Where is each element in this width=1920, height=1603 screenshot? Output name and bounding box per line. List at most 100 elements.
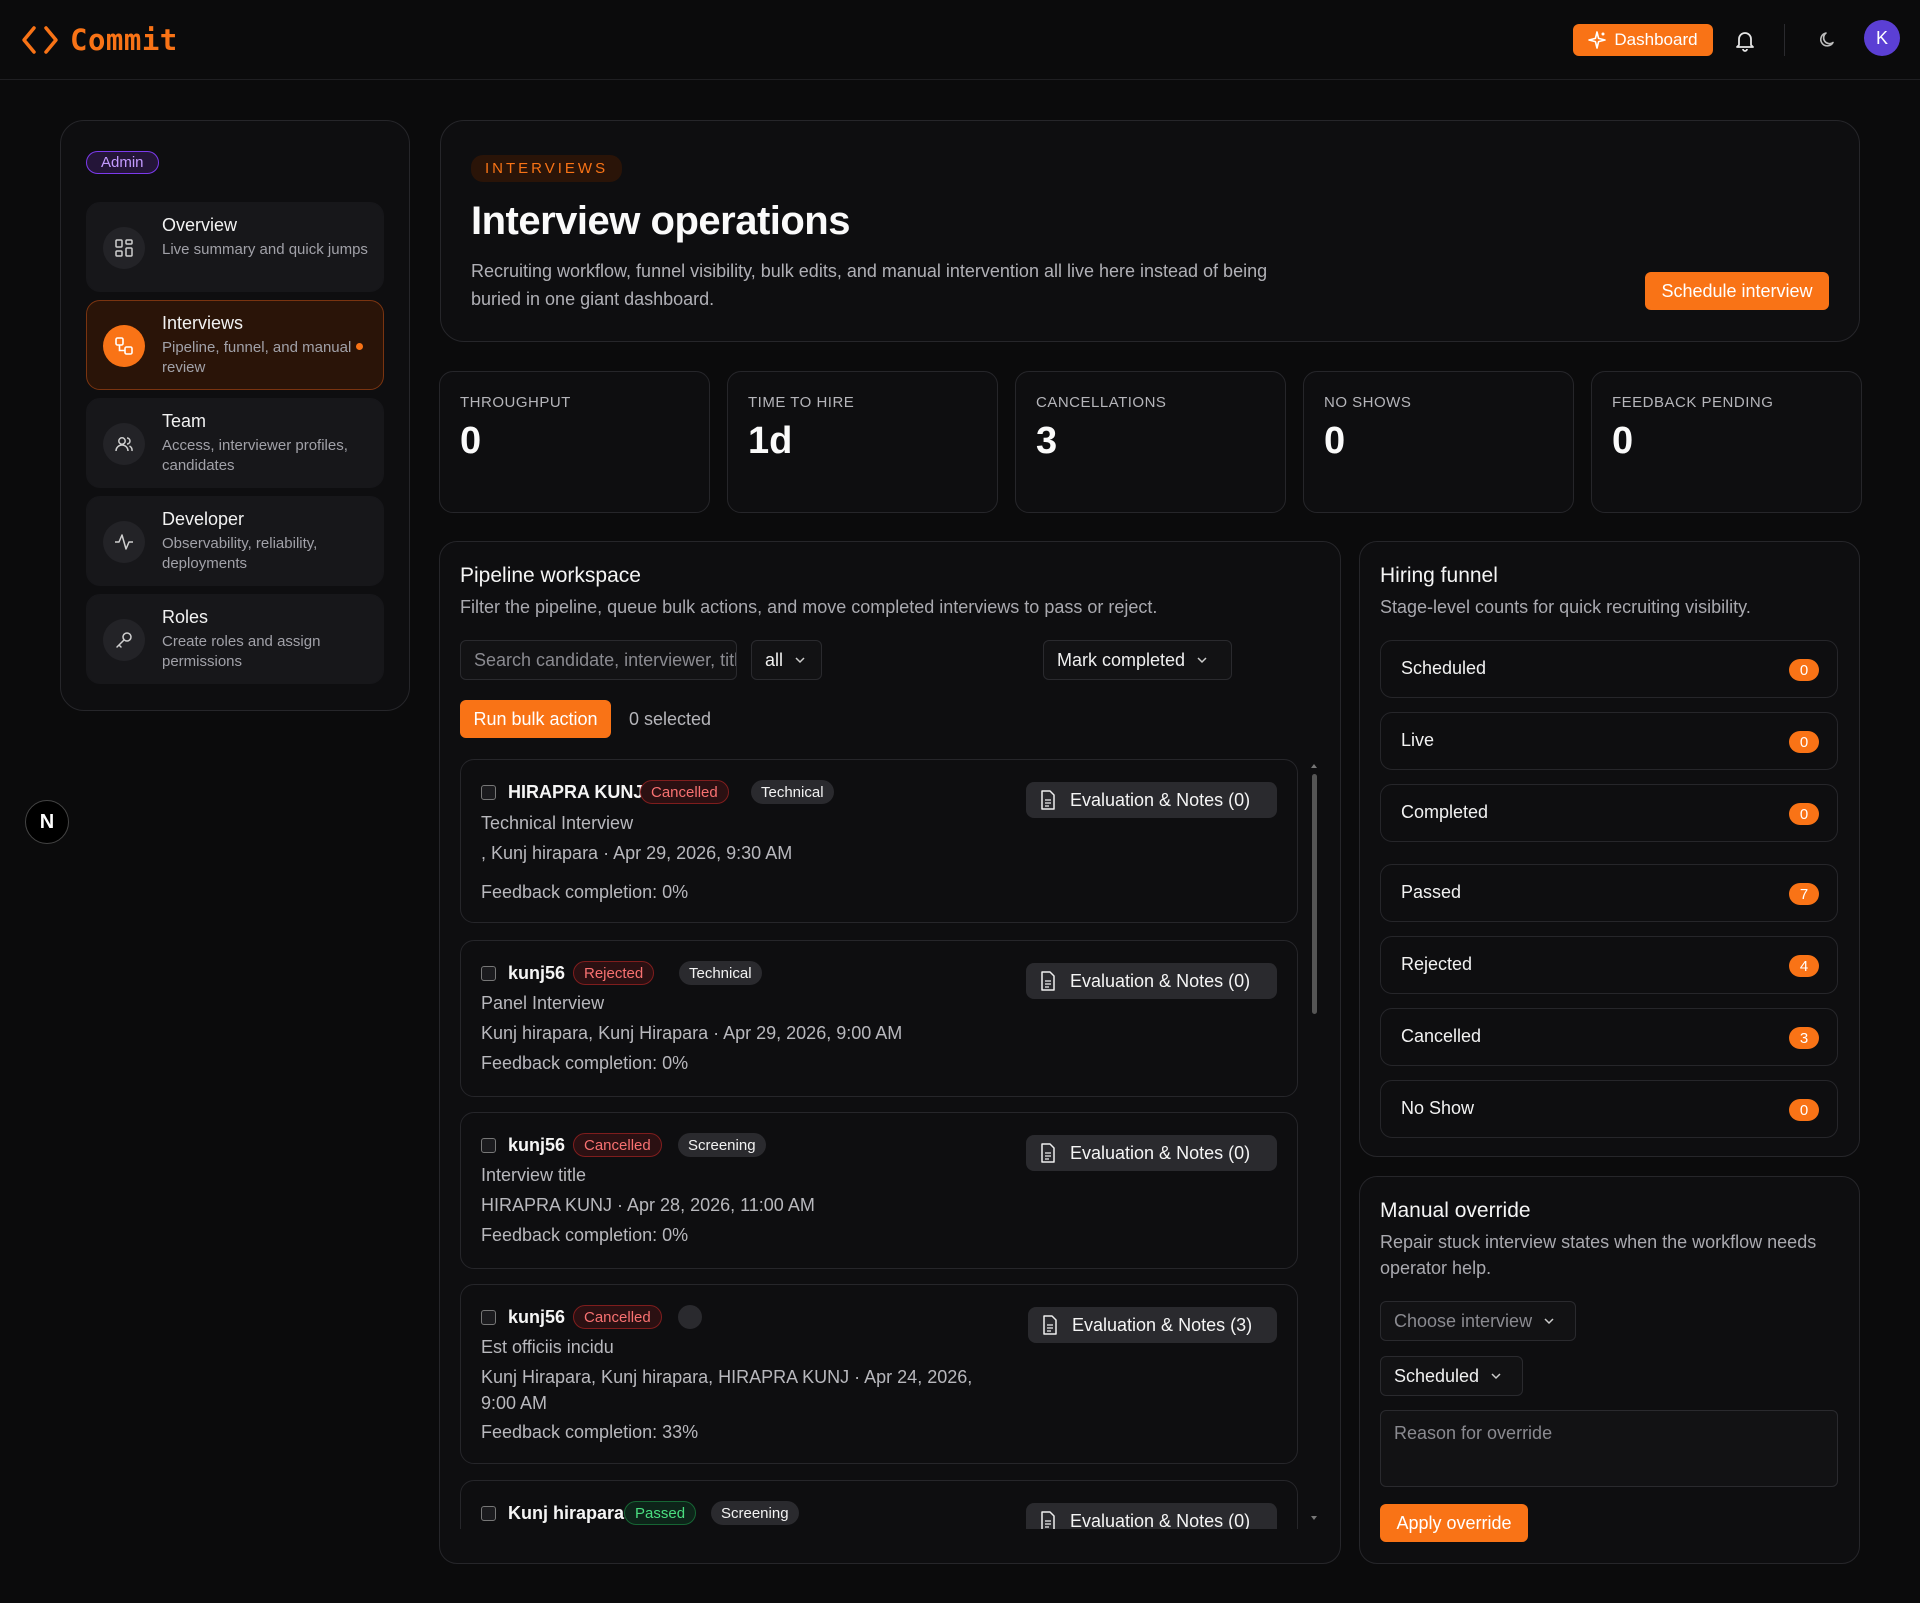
bell-icon[interactable] — [1731, 26, 1759, 54]
search-input[interactable]: Search candidate, interviewer, title — [460, 640, 737, 680]
stage-label: Cancelled — [1401, 1026, 1482, 1046]
selected-count: 0 selected — [629, 709, 712, 729]
evaluation-notes-label: Evaluation & Notes (0) — [1070, 1510, 1251, 1530]
stat-card-throughput: THROUGHPUT 0 — [439, 371, 710, 513]
dashboard-label: Dashboard — [1614, 30, 1698, 49]
select-checkbox[interactable] — [481, 1310, 496, 1325]
feedback-completion: Feedback completion: 33% — [481, 1422, 699, 1442]
sparkle-icon — [1588, 31, 1607, 49]
type-badge: Screening — [678, 1133, 766, 1157]
page-description: Recruiting workflow, funnel visibility, … — [471, 261, 1268, 309]
funnel-stage[interactable]: Rejected 4 — [1380, 936, 1838, 994]
evaluation-notes-button[interactable]: Evaluation & Notes (0) — [1026, 782, 1277, 818]
hero-panel: INTERVIEWS Interview operations Recruiti… — [440, 120, 1860, 342]
funnel-stage[interactable]: Passed 7 — [1380, 864, 1838, 922]
schedule-interview-button[interactable]: Schedule interview — [1645, 272, 1829, 310]
sidebar-item-title: Interviews — [162, 313, 244, 333]
stage-label: Completed — [1401, 802, 1489, 822]
evaluation-notes-button[interactable]: Evaluation & Notes (3) — [1028, 1307, 1277, 1343]
apply-override-button[interactable]: Apply override — [1380, 1504, 1528, 1542]
users-icon — [103, 423, 145, 465]
status-filter-select[interactable]: all — [751, 640, 822, 680]
type-badge-empty — [678, 1305, 702, 1329]
evaluation-notes-label: Evaluation & Notes (0) — [1070, 1142, 1251, 1163]
document-icon — [1042, 1315, 1058, 1335]
stage-count-badge: 7 — [1789, 883, 1819, 905]
funnel-stage[interactable]: Live 0 — [1380, 712, 1838, 770]
evaluation-notes-button[interactable]: Evaluation & Notes (0) — [1026, 1135, 1277, 1171]
code-brackets-icon — [20, 22, 60, 58]
top-bar: Commit Dashboard K — [0, 0, 1920, 80]
panel-title: Manual override — [1380, 1199, 1531, 1222]
feedback-completion: Feedback completion: 0% — [481, 1053, 689, 1073]
app-name: Commit — [70, 23, 178, 57]
stage-count-badge: 0 — [1789, 659, 1819, 681]
funnel-stage[interactable]: No Show 0 — [1380, 1080, 1838, 1138]
app-logo[interactable]: Commit — [20, 22, 178, 58]
select-value: Scheduled — [1394, 1365, 1480, 1386]
document-icon — [1040, 1143, 1056, 1163]
list-scrollbar-thumb[interactable] — [1312, 774, 1317, 1014]
key-icon — [103, 619, 145, 661]
funnel-stage[interactable]: Completed 0 — [1380, 784, 1838, 842]
run-bulk-action-button[interactable]: Run bulk action — [460, 700, 611, 738]
stat-card-time-to-hire: TIME TO HIRE 1d — [727, 371, 998, 513]
interview-card: kunj56 Cancelled Est officiis incidu Kun… — [460, 1284, 1298, 1464]
funnel-stage[interactable]: Scheduled 0 — [1380, 640, 1838, 698]
evaluation-notes-button[interactable]: Evaluation & Notes (0) — [1026, 1503, 1277, 1529]
stat-card-no-shows: NO SHOWS 0 — [1303, 371, 1574, 513]
user-avatar[interactable]: K — [1864, 20, 1900, 56]
dashboard-button[interactable]: Dashboard — [1573, 24, 1713, 56]
sidebar-item-roles[interactable]: Roles Create roles and assign permission… — [86, 594, 384, 684]
stage-count-badge: 0 — [1789, 803, 1819, 825]
select-checkbox[interactable] — [481, 966, 496, 981]
stat-value: 0 — [1324, 420, 1346, 462]
select-checkbox[interactable] — [481, 1138, 496, 1153]
evaluation-notes-label: Evaluation & Notes (0) — [1070, 970, 1251, 991]
panel-description: Filter the pipeline, queue bulk actions,… — [460, 597, 1158, 617]
chevron-down-icon — [1542, 1314, 1556, 1328]
interview-list[interactable]: HIRAPRA KUNJ Cancelled Technical Technic… — [460, 759, 1300, 1529]
select-checkbox[interactable] — [481, 785, 496, 800]
evaluation-notes-label: Evaluation & Notes (3) — [1072, 1314, 1253, 1335]
interview-title: Panel Interview — [481, 993, 605, 1013]
grid-icon — [103, 227, 145, 269]
header-divider — [1784, 24, 1785, 56]
sidebar: Admin Overview Live summary and quick ju… — [60, 120, 410, 711]
activity-icon — [103, 521, 145, 563]
funnel-stage[interactable]: Cancelled 3 — [1380, 1008, 1838, 1066]
chevron-down-icon — [1195, 653, 1209, 667]
candidate-name: kunj56 — [508, 1307, 566, 1327]
interview-meta: Kunj hirapara, Kunj Hirapara · Apr 29, 2… — [481, 1023, 903, 1043]
override-reason-textarea[interactable] — [1380, 1410, 1838, 1487]
select-checkbox[interactable] — [481, 1506, 496, 1521]
stat-card-cancellations: CANCELLATIONS 3 — [1015, 371, 1286, 513]
role-badge: Admin — [86, 151, 159, 174]
stage-count-badge: 3 — [1789, 1027, 1819, 1049]
sidebar-item-team[interactable]: Team Access, interviewer profiles, candi… — [86, 398, 384, 488]
workflow-icon — [103, 325, 145, 367]
interview-meta: HIRAPRA KUNJ · Apr 28, 2026, 11:00 AM — [481, 1195, 815, 1215]
choose-interview-select[interactable]: Choose interview — [1380, 1301, 1576, 1341]
feedback-completion: Feedback completion: 0% — [481, 1225, 689, 1245]
stage-label: Scheduled — [1401, 658, 1487, 678]
sidebar-item-interviews[interactable]: Interviews Pipeline, funnel, and manual … — [86, 300, 384, 390]
next-logo-button[interactable]: N — [25, 800, 69, 844]
stat-card-feedback-pending: FEEDBACK PENDING 0 — [1591, 371, 1862, 513]
moon-icon[interactable] — [1814, 26, 1842, 54]
stat-value: 3 — [1036, 420, 1058, 462]
bulk-action-select[interactable]: Mark completed — [1043, 640, 1232, 680]
interview-card: Kunj hirapara Passed Screening Evaluatio… — [460, 1480, 1298, 1529]
sidebar-item-desc: Create roles and assign permissions — [162, 633, 321, 670]
target-state-select[interactable]: Scheduled — [1380, 1356, 1523, 1396]
sidebar-item-title: Developer — [162, 509, 245, 529]
type-badge: Technical — [751, 780, 834, 804]
sidebar-item-desc: Observability, reliability, deployments — [162, 535, 318, 572]
evaluation-notes-button[interactable]: Evaluation & Notes (0) — [1026, 963, 1277, 999]
stage-count-badge: 0 — [1789, 731, 1819, 753]
sidebar-item-overview[interactable]: Overview Live summary and quick jumps — [86, 202, 384, 292]
sidebar-item-developer[interactable]: Developer Observability, reliability, de… — [86, 496, 384, 586]
stage-label: No Show — [1401, 1098, 1475, 1118]
stat-label: FEEDBACK PENDING — [1612, 394, 1774, 411]
select-placeholder: Choose interview — [1394, 1310, 1533, 1331]
